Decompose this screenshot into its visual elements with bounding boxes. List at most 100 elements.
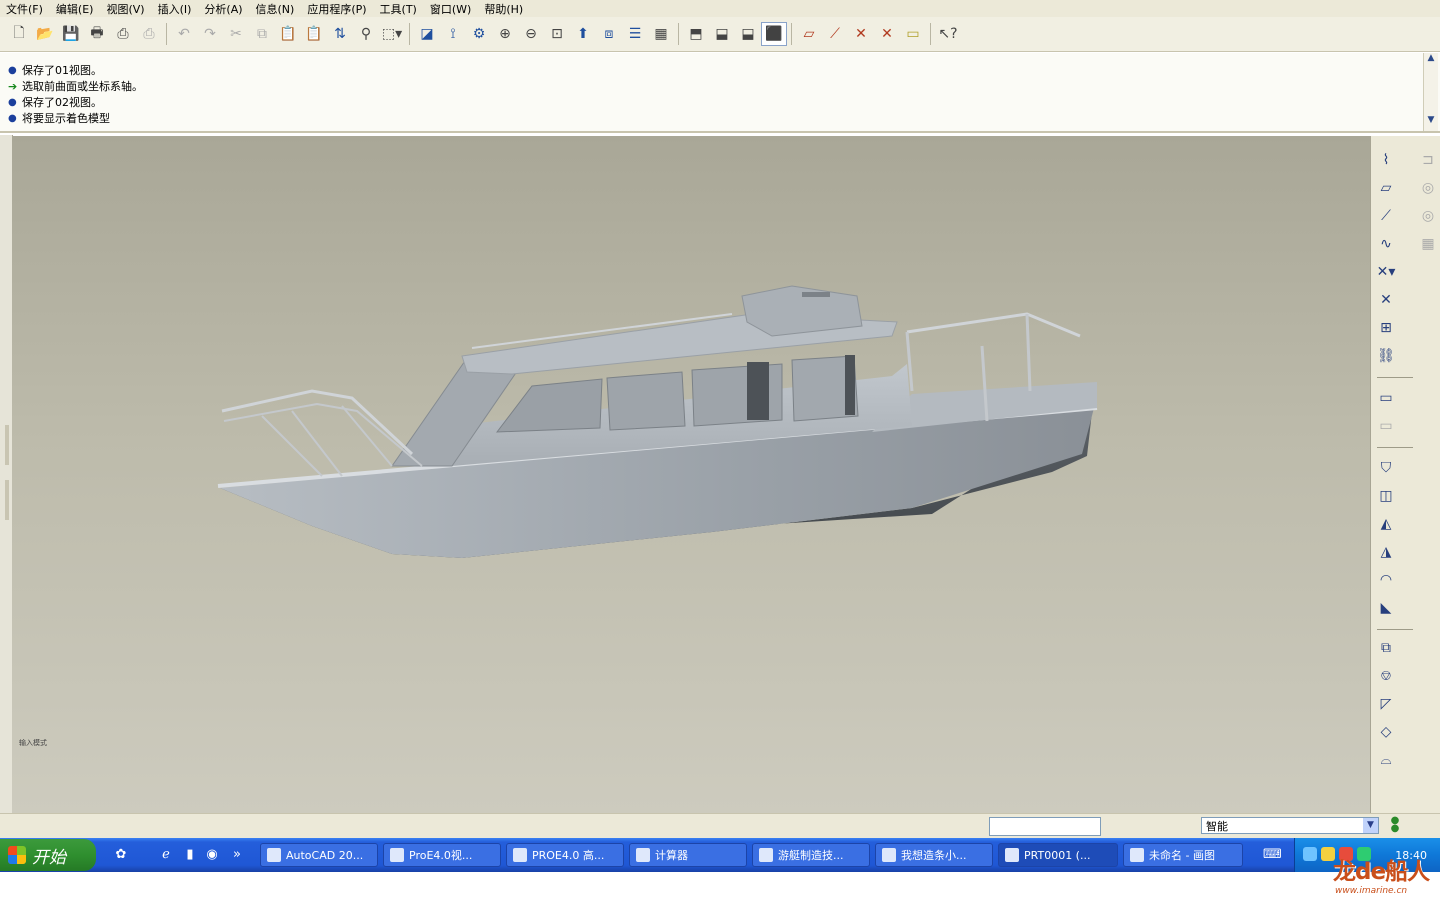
datum-planes-icon[interactable]: ▱ [796,22,822,46]
context-help-icon[interactable]: ↖? [935,22,961,46]
coord-systems-icon[interactable]: ✕ [874,22,900,46]
mirror-icon[interactable]: ⎊ [1373,664,1399,688]
menu-file[interactable]: 文件(F) [0,1,50,17]
taskbar-button[interactable]: 我想造条小... [875,843,993,867]
extrude-icon[interactable]: ⛉ [1373,456,1399,480]
selection-filter-select[interactable]: 智能 ▼ [1201,817,1379,834]
chamfer-icon[interactable]: ◣ [1373,596,1399,620]
annotations-icon[interactable]: ▭ [900,22,926,46]
menu-insert[interactable]: 插入(I) [152,1,199,17]
saved-views-icon[interactable]: ⧈ [596,22,622,46]
hidden-line-icon[interactable]: ⬓ [709,22,735,46]
menu-edit[interactable]: 编辑(E) [50,1,101,17]
zoom-out-icon[interactable]: ⊖ [518,22,544,46]
start-button[interactable]: 开始 [0,839,96,871]
zoom-in-icon[interactable]: ⊕ [492,22,518,46]
autocad-icon [267,848,281,862]
print-setup-icon[interactable]: ⎙ [136,22,162,46]
quicklaunch-icon[interactable]: ▮ [181,846,199,864]
menu-analysis[interactable]: 分析(A) [198,1,249,17]
print-preview-icon[interactable]: ⎙ [110,22,136,46]
toolbar-separator [409,23,410,45]
sketch-display-icon[interactable]: ◪ [414,22,440,46]
taskbar-button[interactable]: 计算器 [629,843,747,867]
datum-plane-icon[interactable]: ▱ [1373,176,1399,200]
spin-center-icon[interactable]: ⟟ [440,22,466,46]
revolve-icon[interactable]: ◫ [1373,484,1399,508]
blend-icon[interactable]: ◮ [1373,540,1399,564]
new-file-icon[interactable]: 🗋 [6,22,32,46]
menu-help[interactable]: 帮助(H) [478,1,530,17]
copy-feature-icon[interactable]: ⧉ [1373,636,1399,660]
quicklaunch-app-icon[interactable]: ✿ [112,846,130,864]
open-file-icon[interactable]: 📂 [32,22,58,46]
message-scrollbar[interactable]: ▲ ▼ [1423,53,1438,131]
chain-icon[interactable]: ⛓ [1373,344,1399,368]
scroll-down-icon[interactable]: ▼ [1424,115,1438,129]
sketched-datum-icon[interactable]: ▭ [1373,386,1399,410]
orient-mode-icon[interactable]: ⚙ [466,22,492,46]
mirror-tool-icon[interactable]: ⊐ [1415,148,1440,172]
datum-curve-icon[interactable]: ∿ [1373,232,1399,256]
network-icon[interactable] [1303,847,1317,861]
no-hidden-icon[interactable]: ⬓ [735,22,761,46]
trim-icon[interactable]: ◸ [1373,692,1399,716]
datum-axis-icon[interactable]: ⟋ [1373,204,1399,228]
taskbar-button-active[interactable]: PRT0001 (... [998,843,1118,867]
offset-icon[interactable]: ◇ [1373,720,1399,744]
shading-icon[interactable]: ⬛ [761,22,787,46]
merge-icon[interactable]: ◎ [1415,176,1440,200]
analysis-feature-icon[interactable]: ⊞ [1373,316,1399,340]
paste-icon[interactable]: 📋 [275,22,301,46]
refit-icon[interactable]: ⊡ [544,22,570,46]
taskbar-button[interactable]: 游艇制造技... [752,843,870,867]
menu-info[interactable]: 信息(N) [250,1,302,17]
find-icon[interactable]: ⚲ [353,22,379,46]
copy-icon[interactable]: ⧉ [249,22,275,46]
view-manager-icon[interactable]: ▦ [648,22,674,46]
datum-points-icon[interactable]: ✕ [848,22,874,46]
datum-point-icon[interactable]: ✕▾ [1373,260,1399,284]
print-icon[interactable]: 🖶 [84,22,110,46]
selection-box-icon[interactable]: ⬚▾ [379,22,405,46]
paste-special-icon[interactable]: 📋 [301,22,327,46]
quicklaunch-more-icon[interactable]: » [228,846,246,864]
boundary-blend-icon[interactable]: ⌓ [1373,748,1399,772]
quicklaunch-icon[interactable]: ◉ [203,846,221,864]
taskbar-button[interactable]: AutoCAD 20... [260,843,378,867]
annotation-icon[interactable]: ▭ [1373,414,1399,438]
menu-tools[interactable]: 工具(T) [374,1,424,17]
graphics-window[interactable]: 输入模式 [12,136,1370,813]
menu-window[interactable]: 窗口(W) [424,1,478,17]
regenerate-icon[interactable]: ⇅ [327,22,353,46]
ie-icon[interactable]: ℯ [157,846,175,864]
intersect-icon[interactable]: ◎ [1415,204,1440,228]
sketch-icon[interactable]: ⌇ [1373,148,1399,172]
pattern-icon[interactable]: ▦ [1415,232,1440,256]
cut-icon[interactable]: ✂ [223,22,249,46]
round-icon[interactable]: ◠ [1373,568,1399,592]
taskbar-button[interactable]: ProE4.0视... [383,843,501,867]
taskbar-button[interactable]: 未命名 - 画图 [1123,843,1243,867]
taskbar-button[interactable]: PROE4.0 高... [506,843,624,867]
sash-grip[interactable] [5,425,9,465]
redo-icon[interactable]: ↷ [197,22,223,46]
boat-model[interactable] [12,136,1370,813]
undo-icon[interactable]: ↶ [171,22,197,46]
layers-icon[interactable]: ☰ [622,22,648,46]
sweep-icon[interactable]: ◭ [1373,512,1399,536]
coordinate-system-icon[interactable]: ✕ [1373,288,1399,312]
watermark-url: www.imarine.cn [1335,886,1408,896]
datum-axes-icon[interactable]: ⟋ [822,22,848,46]
sash-grip[interactable] [5,480,9,520]
menu-applications[interactable]: 应用程序(P) [301,1,373,17]
command-input[interactable] [989,817,1101,836]
menu-bar: 文件(F) 编辑(E) 视图(V) 插入(I) 分析(A) 信息(N) 应用程序… [0,0,1440,17]
wireframe-icon[interactable]: ⬒ [683,22,709,46]
scroll-up-icon[interactable]: ▲ [1424,53,1438,67]
chevron-down-icon[interactable]: ▼ [1363,818,1378,833]
reorient-icon[interactable]: ⬆ [570,22,596,46]
keyboard-icon[interactable]: ⌨ [1263,846,1282,864]
save-icon[interactable]: 💾 [58,22,84,46]
menu-view[interactable]: 视图(V) [100,1,151,17]
